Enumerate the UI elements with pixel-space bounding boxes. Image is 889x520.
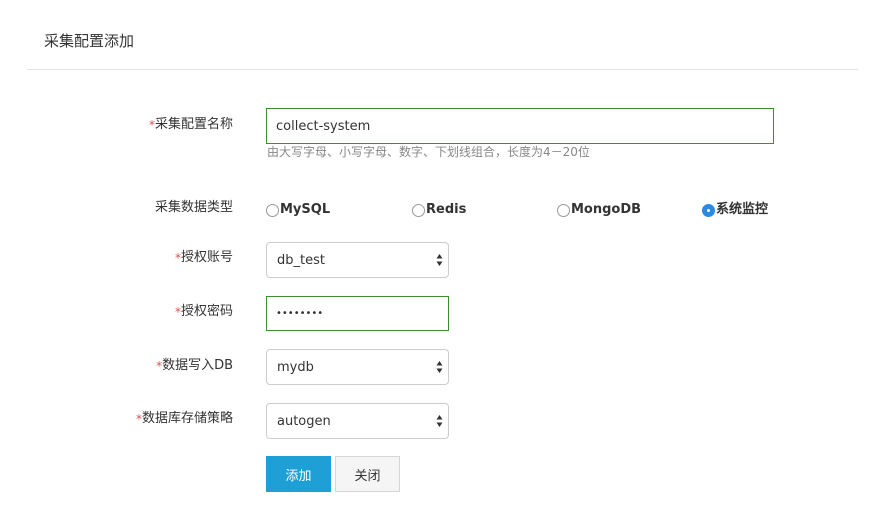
write-db-label: *数据写入DB xyxy=(156,358,233,373)
auth-password-label: *授权密码 xyxy=(174,304,233,319)
radio-checked-icon xyxy=(702,203,715,217)
auth-password-input[interactable]: •••••••• xyxy=(266,296,449,331)
retention-policy-select[interactable]: autogen xyxy=(266,403,449,439)
radio-redis[interactable]: Redis xyxy=(412,201,466,219)
auth-account-label: *授权账号 xyxy=(174,250,233,265)
title-divider xyxy=(27,69,858,70)
config-name-label: *采集配置名称 xyxy=(148,117,233,132)
config-name-hint: 由大写字母、小写字母、数字、下划线组合，长度为4－20位 xyxy=(267,145,590,159)
radio-system-monitor[interactable]: 系统监控 xyxy=(702,201,768,219)
up-down-arrows-icon xyxy=(436,361,443,373)
config-name-input[interactable]: collect-system xyxy=(266,108,774,144)
radio-mysql[interactable]: MySQL xyxy=(266,201,330,219)
page-title: 采集配置添加 xyxy=(44,32,135,50)
radio-unchecked-icon xyxy=(412,203,425,217)
up-down-arrows-icon xyxy=(436,415,443,427)
radio-unchecked-icon xyxy=(266,203,279,217)
close-button[interactable]: 关闭 xyxy=(335,456,400,492)
radio-unchecked-icon xyxy=(557,203,570,217)
data-type-label: 采集数据类型 xyxy=(154,200,233,215)
write-db-select[interactable]: mydb xyxy=(266,349,449,385)
up-down-arrows-icon xyxy=(436,254,443,266)
radio-mongodb[interactable]: MongoDB xyxy=(557,201,641,219)
auth-account-select[interactable]: db_test xyxy=(266,242,449,278)
add-button[interactable]: 添加 xyxy=(266,456,331,492)
retention-policy-label: *数据库存储策略 xyxy=(135,411,233,426)
